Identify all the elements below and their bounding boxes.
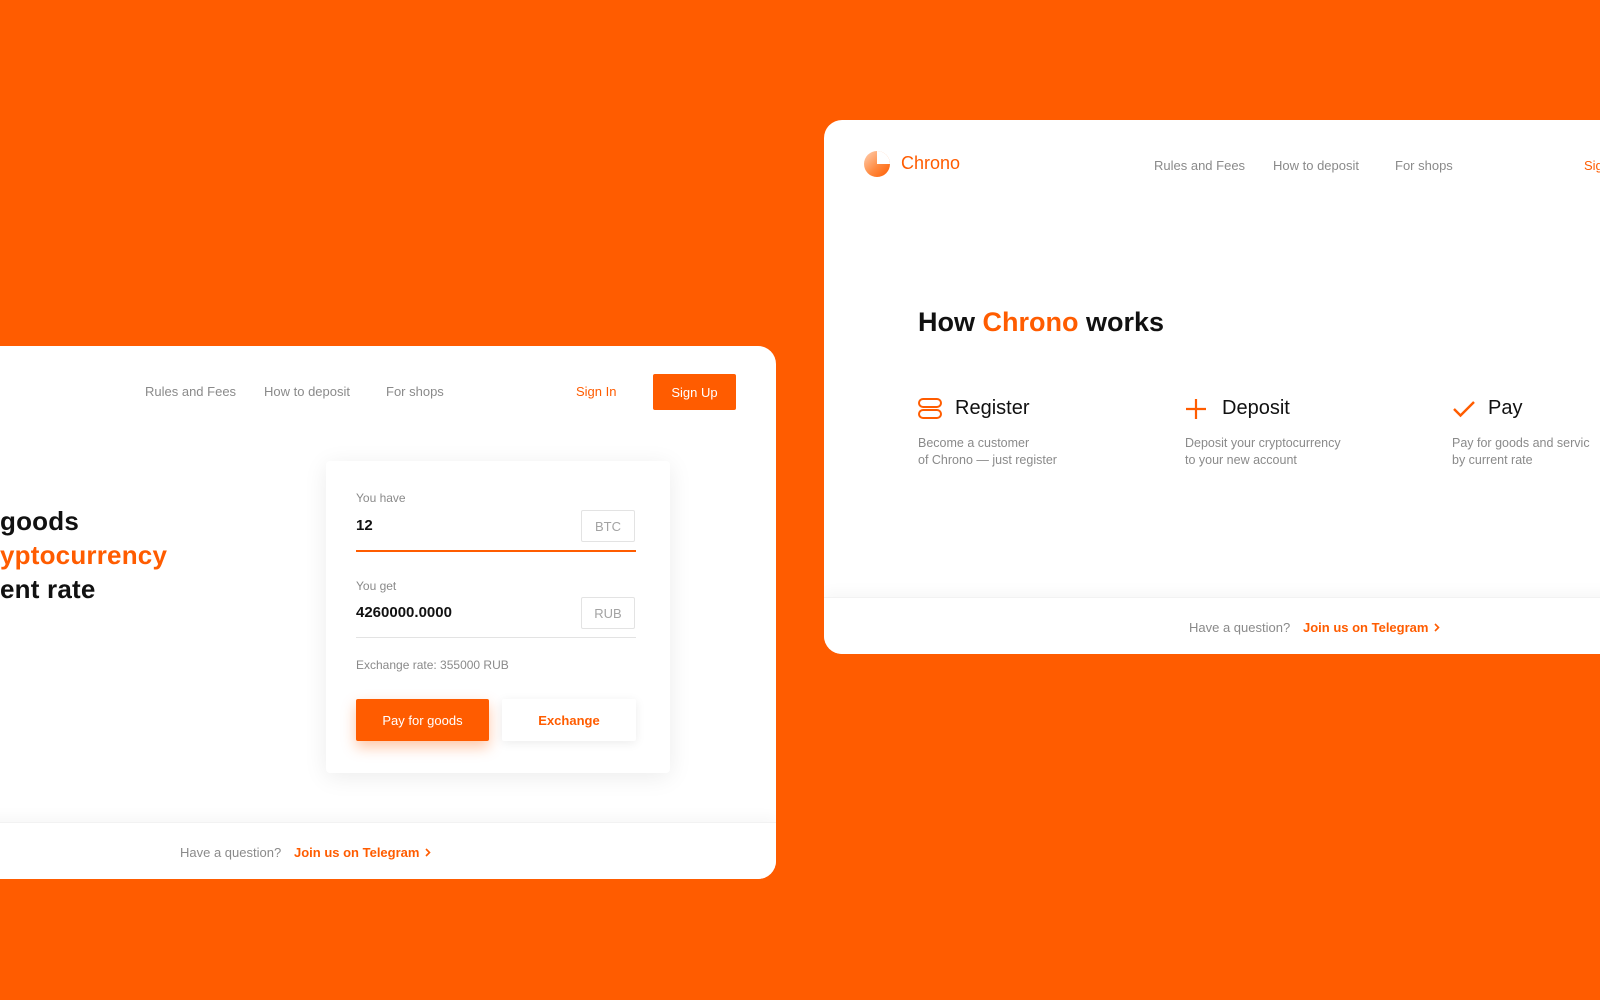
hero-line-2: yptocurrency (0, 540, 168, 570)
hero-line-1: goods (0, 506, 79, 536)
pay-for-goods-button[interactable]: Pay for goods (356, 699, 489, 741)
telegram-link-label: Join us on Telegram (294, 845, 420, 860)
btc-currency-selector[interactable]: BTC (581, 510, 635, 542)
telegram-link-label: Join us on Telegram (1303, 620, 1429, 635)
nav-rules-and-fees[interactable]: Rules and Fees (145, 384, 236, 399)
you-have-underline (356, 550, 636, 552)
footer-question: Have a question? (180, 845, 282, 860)
nav-how-to-deposit[interactable]: How to deposit (1273, 158, 1359, 173)
chevron-right-icon (425, 848, 432, 857)
rub-currency-selector[interactable]: RUB (581, 597, 635, 629)
section-title: How Chrono works (918, 307, 1164, 338)
exchange-page-card: Rules and Fees How to deposit For shops … (0, 346, 776, 879)
telegram-link[interactable]: Join us on Telegram (294, 845, 432, 860)
you-have-label: You have (356, 491, 406, 505)
nav-for-shops[interactable]: For shops (1395, 158, 1453, 173)
right-footer: Have a question? Join us on Telegram (824, 597, 1600, 654)
sign-up-button[interactable]: Sign Up (653, 374, 736, 410)
you-get-input[interactable] (356, 604, 556, 621)
nav-how-to-deposit[interactable]: How to deposit (264, 384, 350, 399)
step-deposit-title: Deposit (1222, 397, 1290, 419)
plus-icon (1186, 399, 1206, 419)
step-pay-title: Pay (1488, 397, 1523, 419)
chrono-logo-text[interactable]: Chrono (901, 153, 960, 174)
sign-in-button[interactable]: Sign In (576, 384, 616, 399)
hero-line-3: ent rate (0, 574, 96, 604)
register-icon (918, 398, 942, 419)
step-pay-desc-line-1: Pay for goods and servic (1452, 436, 1590, 450)
telegram-link[interactable]: Join us on Telegram (1303, 620, 1441, 635)
step-deposit-desc: Deposit your cryptocurrency to your new … (1185, 435, 1405, 469)
footer-question: Have a question? (1189, 620, 1291, 635)
section-title-suffix: works (1086, 307, 1165, 337)
chevron-right-icon (1434, 623, 1441, 632)
step-register-desc-line-2: of Chrono — just register (918, 453, 1057, 467)
how-it-works-card: Chrono Rules and Fees How to deposit For… (824, 120, 1600, 654)
you-have-input[interactable] (356, 517, 556, 534)
step-register-desc-line-1: Become a customer (918, 436, 1030, 450)
section-title-prefix: How (918, 307, 975, 337)
left-footer: Have a question? Join us on Telegram (0, 822, 776, 879)
step-pay-desc: Pay for goods and servic by current rate (1452, 435, 1600, 469)
section-title-brand: Chrono (982, 307, 1079, 337)
you-get-label: You get (356, 579, 397, 593)
step-register-title: Register (955, 397, 1030, 419)
exchange-panel: You have BTC You get RUB Exchange rate: … (326, 461, 670, 773)
step-deposit-desc-line-2: to your new account (1185, 453, 1297, 467)
you-get-underline (356, 637, 636, 638)
nav-for-shops[interactable]: For shops (386, 384, 444, 399)
step-pay-desc-line-2: by current rate (1452, 453, 1533, 467)
sign-in-button[interactable]: Sig (1584, 158, 1600, 173)
chrono-logo-icon[interactable] (864, 151, 890, 177)
step-deposit-desc-line-1: Deposit your cryptocurrency (1185, 436, 1341, 450)
step-register-desc: Become a customer of Chrono — just regis… (918, 435, 1138, 469)
exchange-rate-text: Exchange rate: 355000 RUB (356, 658, 509, 672)
exchange-button[interactable]: Exchange (502, 699, 636, 741)
check-icon (1453, 401, 1475, 418)
nav-rules-and-fees[interactable]: Rules and Fees (1154, 158, 1245, 173)
